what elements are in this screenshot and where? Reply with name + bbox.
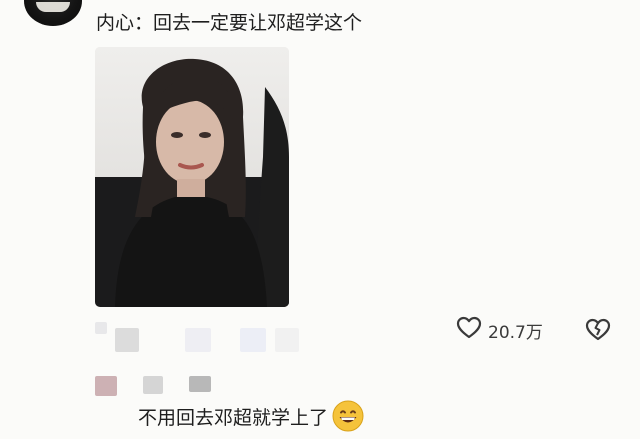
comment-meta-blurred (95, 322, 305, 352)
reply-text: 不用回去邓超就学上了 (138, 406, 329, 429)
avatar-mouth (36, 2, 70, 12)
dislike-button[interactable] (585, 318, 611, 346)
portrait-illustration (95, 47, 289, 307)
reply-comment: 不用回去邓超就学上了 (138, 400, 364, 432)
grinning-face-emoji (332, 400, 364, 432)
like-count: 20.7万 (488, 322, 543, 343)
user-avatar[interactable] (24, 0, 82, 26)
comment-image[interactable] (95, 47, 289, 307)
reply-meta-blurred (95, 372, 225, 396)
like-button[interactable]: 20.7万 (456, 316, 543, 344)
comment-text: 内心：回去一定要让邓超学这个 (96, 12, 363, 34)
broken-heart-icon (585, 318, 611, 346)
heart-outline-icon (456, 316, 482, 344)
